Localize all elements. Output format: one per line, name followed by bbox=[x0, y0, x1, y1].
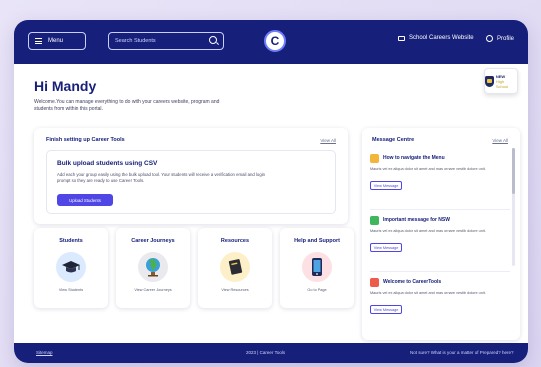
tile-title: Students bbox=[59, 238, 83, 244]
tile-title: Help and Support bbox=[294, 238, 340, 244]
footer-help-link[interactable]: Not sure? What is your a matter of Prepa… bbox=[410, 350, 514, 355]
tile-help-and-support[interactable]: Help and Support Go to Page bbox=[280, 228, 354, 308]
view-message-button[interactable]: View Message bbox=[370, 305, 402, 314]
message-centre-title: Message Centre bbox=[372, 137, 415, 143]
upload-students-button[interactable]: Upload Students bbox=[57, 194, 113, 206]
phone-icon bbox=[302, 252, 332, 282]
tile-link[interactable]: View Career Journeys bbox=[116, 288, 190, 292]
book-icon bbox=[220, 252, 250, 282]
school-name: NEW High School bbox=[496, 74, 517, 89]
sitemap-link[interactable]: Sitemap bbox=[36, 350, 53, 355]
footer-copyright: 2023 | Career Tools bbox=[246, 350, 286, 355]
career-tools-logo[interactable]: C bbox=[264, 30, 286, 52]
school-website-link[interactable]: School Careers Website bbox=[398, 35, 474, 41]
page-title: Hi Mandy bbox=[34, 78, 97, 94]
message-icon bbox=[370, 216, 379, 225]
view-message-button[interactable]: View Message bbox=[370, 181, 402, 190]
setup-view-all-link[interactable]: View All bbox=[320, 138, 336, 143]
tile-link[interactable]: View Students bbox=[34, 288, 108, 292]
message-title[interactable]: Welcome to CareerTools bbox=[383, 279, 441, 285]
hamburger-icon bbox=[35, 38, 42, 44]
monitor-icon bbox=[398, 35, 405, 41]
footer: Sitemap 2023 | Career Tools Not sure? Wh… bbox=[14, 343, 528, 363]
bulk-upload-task: Bulk upload students using CSV Add each … bbox=[46, 150, 336, 214]
tile-students[interactable]: Students View Students bbox=[34, 228, 108, 308]
message-icon bbox=[370, 278, 379, 287]
message-body: Mauris vel ex aliqua dolor sit amet and … bbox=[370, 229, 486, 233]
setup-card-title: Finish setting up Career Tools bbox=[46, 137, 125, 143]
graduation-cap-icon bbox=[56, 252, 86, 282]
menu-label: Menu bbox=[48, 38, 64, 44]
message-item: Welcome to CareerTools Mauris vel ex ali… bbox=[370, 278, 510, 334]
message-title[interactable]: Important message for NSW bbox=[383, 217, 450, 223]
logo-letter: C bbox=[270, 34, 280, 48]
bulk-upload-description: Add each your group easily using the bul… bbox=[57, 172, 266, 183]
message-title[interactable]: How to navigate the Menu bbox=[383, 155, 445, 161]
tile-career-journeys[interactable]: Career Journeys View Career Journeys bbox=[116, 228, 190, 308]
menu-button[interactable]: Menu bbox=[28, 32, 86, 50]
bulk-upload-title: Bulk upload students using CSV bbox=[57, 160, 158, 167]
school-crest-icon bbox=[485, 75, 494, 87]
globe-icon bbox=[138, 252, 168, 282]
search-icon[interactable] bbox=[209, 36, 217, 44]
school-name-line2: High School bbox=[495, 78, 509, 89]
tile-resources[interactable]: Resources View Resources bbox=[198, 228, 272, 308]
profile-link[interactable]: Profile bbox=[486, 35, 514, 42]
school-website-label: School Careers Website bbox=[409, 35, 474, 41]
tile-link[interactable]: Go to Page bbox=[280, 288, 354, 292]
top-navigation-bar: Menu Search Students C School Careers We… bbox=[14, 20, 528, 64]
setup-card: Finish setting up Career Tools View All … bbox=[34, 128, 348, 224]
search-placeholder: Search Students bbox=[115, 38, 156, 44]
tile-link[interactable]: View Resources bbox=[198, 288, 272, 292]
message-centre: Message Centre View All How to navigate … bbox=[362, 128, 520, 340]
messages-view-all-link[interactable]: View All bbox=[492, 138, 508, 143]
school-logo: NEW High School bbox=[484, 68, 518, 94]
view-message-button[interactable]: View Message bbox=[370, 243, 402, 252]
tile-title: Resources bbox=[220, 238, 250, 244]
welcome-text: Welcome.You can manage everything to do … bbox=[34, 99, 220, 112]
message-item: Important message for NSW Mauris vel ex … bbox=[370, 216, 510, 272]
scrollbar-thumb[interactable] bbox=[512, 148, 515, 194]
app-window: Menu Search Students C School Careers We… bbox=[14, 20, 528, 363]
search-input[interactable]: Search Students bbox=[108, 32, 224, 50]
tile-title: Career Journeys bbox=[131, 238, 175, 244]
profile-label: Profile bbox=[497, 35, 515, 42]
message-body: Mauris vel ex aliqua dolor sit amet and … bbox=[370, 291, 486, 295]
message-icon bbox=[370, 154, 379, 163]
message-scrollbar[interactable] bbox=[512, 148, 515, 266]
message-item: How to navigate the Menu Mauris vel ex a… bbox=[370, 154, 510, 210]
profile-icon bbox=[486, 35, 493, 42]
message-body: Mauris vel ex aliqua dolor sit amet and … bbox=[370, 167, 486, 171]
